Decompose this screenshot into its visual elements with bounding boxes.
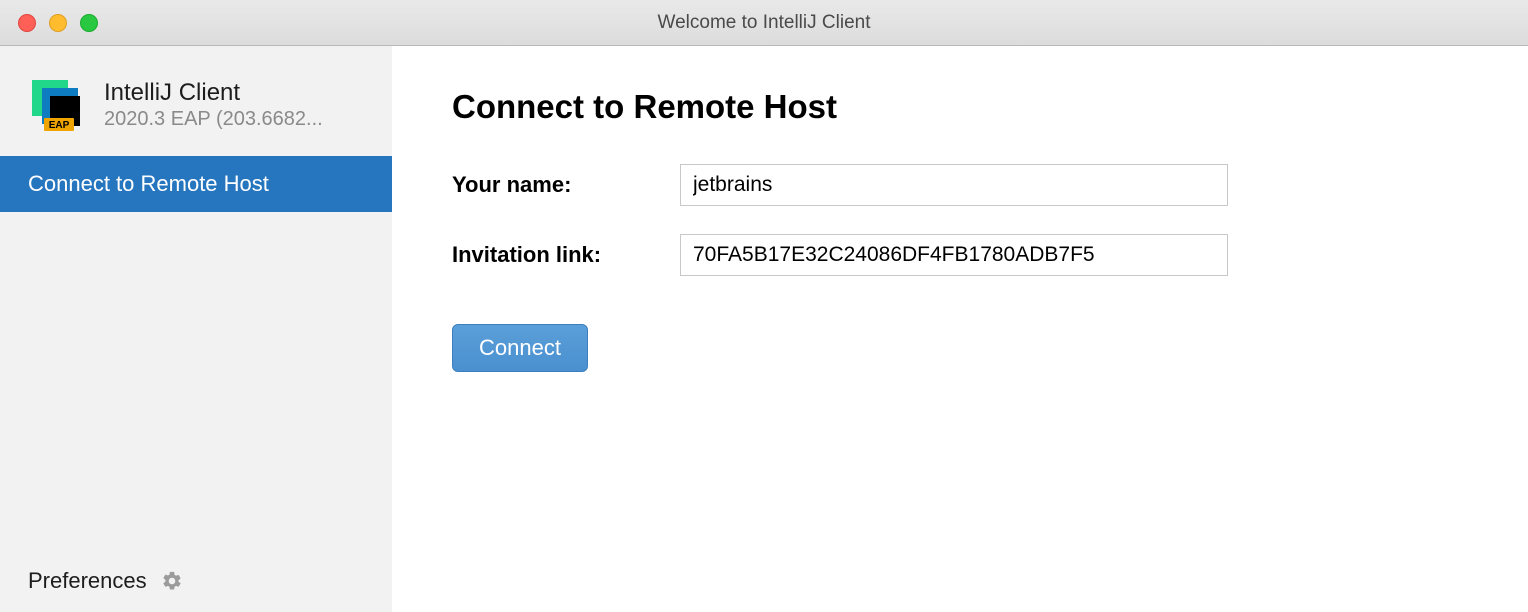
app-name: IntelliJ Client	[104, 79, 323, 108]
gear-icon	[161, 570, 183, 592]
preferences-link[interactable]: Preferences	[0, 550, 392, 612]
your-name-input[interactable]	[680, 164, 1228, 206]
app-info: IntelliJ Client 2020.3 EAP (203.6682...	[104, 79, 323, 131]
app-version: 2020.3 EAP (203.6682...	[104, 108, 323, 131]
intellij-logo-icon: EAP	[30, 76, 88, 134]
window-title: Welcome to IntelliJ Client	[658, 12, 871, 34]
body-area: EAP IntelliJ Client 2020.3 EAP (203.6682…	[0, 46, 1528, 612]
traffic-lights	[18, 14, 98, 32]
invitation-link-label: Invitation link:	[452, 242, 680, 268]
page-title: Connect to Remote Host	[452, 88, 1468, 126]
minimize-window-button[interactable]	[49, 14, 67, 32]
form-row-link: Invitation link:	[452, 234, 1468, 276]
form-row-name: Your name:	[452, 164, 1468, 206]
window: Welcome to IntelliJ Client EAP IntelliJ …	[0, 0, 1528, 612]
main-content: Connect to Remote Host Your name: Invita…	[392, 46, 1528, 612]
sidebar-item-connect-remote-host[interactable]: Connect to Remote Host	[0, 156, 392, 212]
titlebar: Welcome to IntelliJ Client	[0, 0, 1528, 46]
your-name-label: Your name:	[452, 172, 680, 198]
sidebar-item-label: Connect to Remote Host	[28, 171, 269, 196]
invitation-link-input[interactable]	[680, 234, 1228, 276]
preferences-label: Preferences	[28, 568, 147, 594]
connect-button[interactable]: Connect	[452, 324, 588, 372]
close-window-button[interactable]	[18, 14, 36, 32]
svg-text:EAP: EAP	[49, 120, 70, 131]
sidebar: EAP IntelliJ Client 2020.3 EAP (203.6682…	[0, 46, 392, 612]
app-header: EAP IntelliJ Client 2020.3 EAP (203.6682…	[0, 46, 392, 156]
maximize-window-button[interactable]	[80, 14, 98, 32]
